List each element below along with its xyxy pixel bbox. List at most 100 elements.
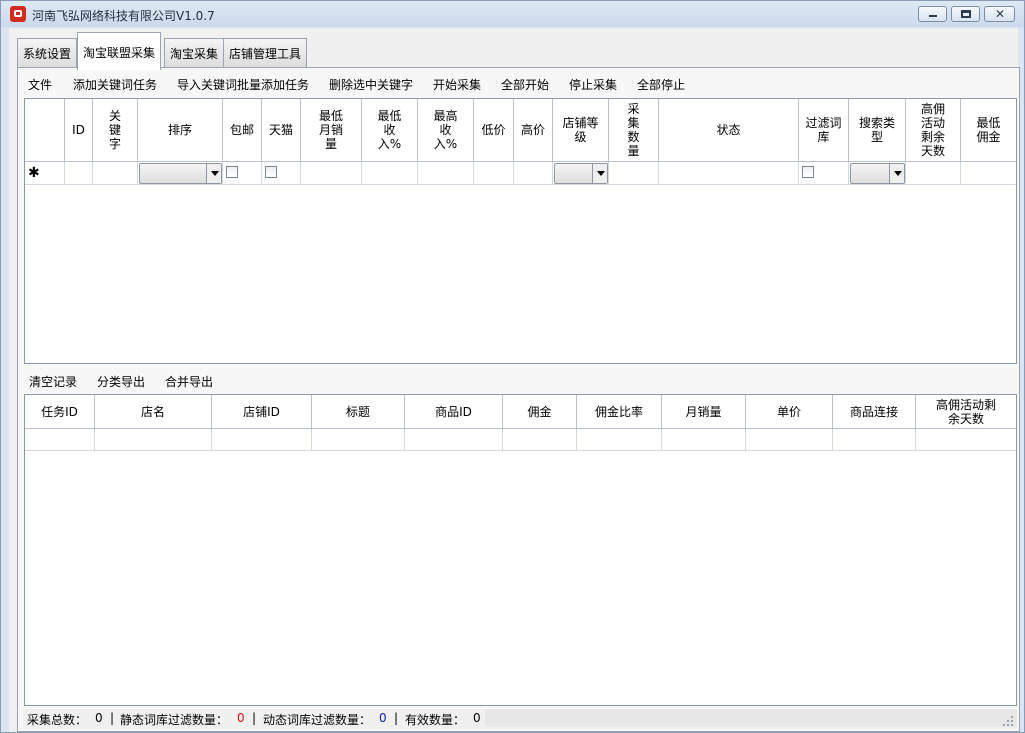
clear-records-button[interactable]: 清空记录 xyxy=(29,368,77,396)
column-header[interactable]: 天猫 xyxy=(262,99,301,162)
result-cell[interactable] xyxy=(312,429,405,451)
column-header[interactable]: 单价 xyxy=(746,395,833,429)
cell-min-monthly-sales[interactable] xyxy=(301,162,362,185)
cell-tmall[interactable] xyxy=(262,162,301,185)
cell-high-commission-days[interactable] xyxy=(906,162,961,185)
tmall-checkbox[interactable] xyxy=(265,166,277,178)
total-collected-label: 采集总数： xyxy=(27,713,88,727)
search-type-select[interactable] xyxy=(850,163,905,184)
free-shipping-checkbox[interactable] xyxy=(226,166,238,178)
column-header[interactable]: ID xyxy=(65,99,93,162)
status-spacer xyxy=(485,709,1017,727)
result-grid[interactable]: 任务ID 店名 店铺ID 标题 商品ID 佣金 佣金比率 月销量 单价 商品连接… xyxy=(24,394,1017,706)
column-header[interactable]: 最低 月销 量 xyxy=(301,99,362,162)
close-button[interactable]: ✕ xyxy=(984,6,1015,22)
result-cell[interactable] xyxy=(405,429,503,451)
column-header[interactable]: 最低 收 入% xyxy=(362,99,418,162)
column-header[interactable]: 包邮 xyxy=(223,99,262,162)
result-cell[interactable] xyxy=(833,429,916,451)
delete-selected-keyword-button[interactable]: 删除选中关键字 xyxy=(329,71,413,99)
column-header[interactable]: 高佣 活动 剩余 天数 xyxy=(906,99,961,162)
sort-select[interactable] xyxy=(139,163,222,184)
tab-taobao-union-collect[interactable]: 淘宝联盟采集 xyxy=(77,32,162,70)
import-keywords-button[interactable]: 导入关键词批量添加任务 xyxy=(177,71,309,99)
column-header[interactable]: 佣金 xyxy=(503,395,577,429)
column-header[interactable] xyxy=(25,99,65,162)
cell-min-income[interactable] xyxy=(362,162,418,185)
merge-export-button[interactable]: 合并导出 xyxy=(165,368,213,396)
maximize-icon xyxy=(961,10,971,18)
resize-grip-icon[interactable] xyxy=(1003,716,1013,726)
valid-count-label: 有效数量： xyxy=(405,713,466,727)
cell-id[interactable] xyxy=(65,162,93,185)
cell-collect-count[interactable] xyxy=(609,162,659,185)
window-title: 河南飞弘网络科技有限公司V1.0.7 xyxy=(32,9,215,23)
cell-low-price[interactable] xyxy=(474,162,514,185)
total-collected-value: 0 xyxy=(95,711,103,725)
row-header[interactable]: ✱ xyxy=(25,162,65,185)
result-cell[interactable] xyxy=(916,429,1016,451)
tab-shop-tools[interactable]: 店铺管理工具 xyxy=(223,38,308,68)
status-separator: | xyxy=(252,711,257,725)
chevron-down-icon xyxy=(889,164,904,183)
cell-shop-level[interactable] xyxy=(553,162,609,185)
column-header[interactable]: 搜索类 型 xyxy=(849,99,906,162)
column-header[interactable]: 最高 收 入% xyxy=(418,99,474,162)
title-bar[interactable]: 河南飞弘网络科技有限公司V1.0.7 ✕ xyxy=(1,1,1024,27)
task-grid[interactable]: ID 关 键 字 排序 包邮 天猫 最低 月销 量 最低 收 入% 最高 收 入… xyxy=(24,98,1017,364)
shop-level-select[interactable] xyxy=(554,163,608,184)
client-area: 系统设置 淘宝联盟采集 淘宝采集 店铺管理工具 文件 添加关键词任务 导入关键词… xyxy=(9,28,1020,732)
column-header[interactable]: 高价 xyxy=(514,99,553,162)
minimize-button[interactable] xyxy=(918,6,947,22)
cell-filter-library[interactable] xyxy=(799,162,849,185)
column-header[interactable]: 状态 xyxy=(659,99,799,162)
tab-system-settings[interactable]: 系统设置 xyxy=(17,38,78,68)
column-header[interactable]: 高佣活动剩 余天数 xyxy=(916,395,1016,429)
static-filter-value: 0 xyxy=(237,711,245,725)
column-header[interactable]: 店铺等 级 xyxy=(553,99,609,162)
column-header[interactable]: 商品ID xyxy=(405,395,503,429)
column-header[interactable]: 采 集 数 量 xyxy=(609,99,659,162)
cell-sort[interactable] xyxy=(138,162,223,185)
result-cell[interactable] xyxy=(212,429,312,451)
maximize-button[interactable] xyxy=(951,6,980,22)
cell-max-income[interactable] xyxy=(418,162,474,185)
column-header[interactable]: 标题 xyxy=(312,395,405,429)
cell-search-type[interactable] xyxy=(849,162,906,185)
result-cell[interactable] xyxy=(503,429,577,451)
menu-file[interactable]: 文件 xyxy=(28,71,52,99)
stop-collect-button[interactable]: 停止采集 xyxy=(569,71,617,99)
column-header[interactable]: 店铺ID xyxy=(212,395,312,429)
add-keyword-task-button[interactable]: 添加关键词任务 xyxy=(73,71,157,99)
column-header[interactable]: 排序 xyxy=(138,99,223,162)
column-header[interactable]: 最低 佣金 xyxy=(961,99,1016,162)
column-header[interactable]: 商品连接 xyxy=(833,395,916,429)
cell-status[interactable] xyxy=(659,162,799,185)
category-export-button[interactable]: 分类导出 xyxy=(97,368,145,396)
column-header[interactable]: 低价 xyxy=(474,99,514,162)
column-header[interactable]: 月销量 xyxy=(662,395,746,429)
column-header[interactable]: 过滤词 库 xyxy=(799,99,849,162)
start-collect-button[interactable]: 开始采集 xyxy=(433,71,481,99)
column-header[interactable]: 佣金比率 xyxy=(577,395,662,429)
cell-free-shipping[interactable] xyxy=(223,162,262,185)
result-cell[interactable] xyxy=(746,429,833,451)
result-cell[interactable] xyxy=(95,429,212,451)
app-window: 河南飞弘网络科技有限公司V1.0.7 ✕ 系统设置 淘宝联盟采集 淘宝采集 店铺… xyxy=(0,0,1025,733)
cell-high-price[interactable] xyxy=(514,162,553,185)
column-header[interactable]: 店名 xyxy=(95,395,212,429)
start-all-button[interactable]: 全部开始 xyxy=(501,71,549,99)
result-cell[interactable] xyxy=(662,429,746,451)
filter-library-checkbox[interactable] xyxy=(802,166,814,178)
cell-keyword[interactable] xyxy=(93,162,138,185)
tab-taobao-collect[interactable]: 淘宝采集 xyxy=(164,38,225,68)
result-cell[interactable] xyxy=(577,429,662,451)
result-cell[interactable] xyxy=(25,429,95,451)
chevron-down-icon xyxy=(206,164,221,183)
stop-all-button[interactable]: 全部停止 xyxy=(637,71,685,99)
column-header[interactable]: 关 键 字 xyxy=(93,99,138,162)
status-bar: 采集总数： 0 | 静态词库过滤数量： 0 | 动态词库过滤数量： 0 | 有效… xyxy=(23,709,1017,729)
close-icon: ✕ xyxy=(995,7,1006,21)
column-header[interactable]: 任务ID xyxy=(25,395,95,429)
cell-min-commission[interactable] xyxy=(961,162,1016,185)
